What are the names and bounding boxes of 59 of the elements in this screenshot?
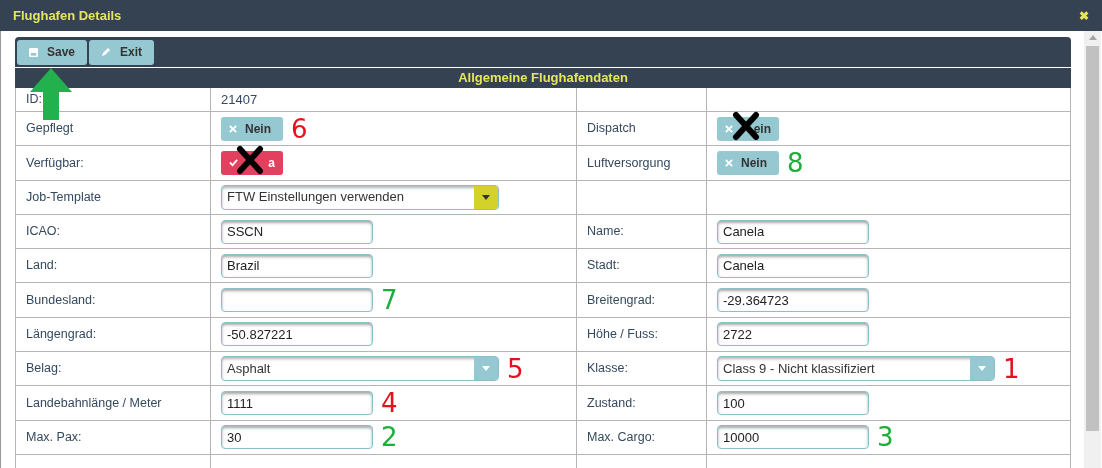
field-label: Job-Template <box>26 188 102 206</box>
field-label: Land: <box>26 257 58 275</box>
toggle-button[interactable]: Nein <box>717 150 779 175</box>
field-label: Klasse: <box>587 360 628 378</box>
section-title: Allgemeine Flughafendaten <box>458 69 628 88</box>
field-label: Stadt: <box>587 257 620 275</box>
text-field[interactable]: 2722 <box>717 322 869 347</box>
text-field[interactable]: -50.827221 <box>221 322 373 347</box>
field-label: Landebahnlänge / Meter <box>26 394 162 412</box>
close-icon <box>725 158 733 167</box>
field-label: Zustand: <box>587 394 636 412</box>
check-icon <box>229 158 238 168</box>
annotation-number: 7 <box>381 287 398 314</box>
field-label: Name: <box>587 223 624 241</box>
text-field[interactable] <box>221 288 373 313</box>
save-button[interactable]: Save <box>17 39 88 65</box>
annotation-number: 4 <box>381 390 398 416</box>
annotation-number: 8 <box>787 149 804 176</box>
window-title: Flughafen Details <box>13 6 122 25</box>
close-icon <box>725 124 733 133</box>
text-field[interactable]: SSCN <box>221 219 373 244</box>
field-label: Verfügbar: <box>26 154 84 172</box>
text-field[interactable]: Canela <box>717 219 869 244</box>
field-label: Bundesland: <box>26 291 96 309</box>
field-label: ID: <box>26 91 42 109</box>
text-field[interactable]: 30 <box>221 425 373 450</box>
field-label: Gepflegt <box>26 120 74 138</box>
text-field[interactable]: 1111 <box>221 391 373 415</box>
dropdown[interactable]: Class 9 - Nicht klassifiziert <box>717 356 995 382</box>
cross-mark-icon <box>235 144 265 175</box>
text-field[interactable]: 100 <box>717 391 869 415</box>
field-label: Max. Cargo: <box>587 428 656 446</box>
text-field[interactable]: Brazil <box>221 253 373 278</box>
pencil-icon <box>101 47 112 57</box>
save-icon <box>29 47 38 57</box>
close-icon <box>229 124 237 133</box>
annotation-number: 1 <box>1003 355 1020 382</box>
annotation-number: 5 <box>507 355 524 382</box>
annotation-number: 2 <box>381 424 398 451</box>
text-field[interactable]: -29.364723 <box>717 288 869 313</box>
field-label: Luftversorgung <box>587 154 671 172</box>
field-label: Höhe / Fuss: <box>587 326 658 344</box>
id-value: 21407 <box>221 90 258 109</box>
field-label: Max. Pax: <box>26 428 82 446</box>
annotation-number: 3 <box>877 424 894 451</box>
annotation-number: 6 <box>291 115 308 142</box>
dropdown[interactable]: Asphalt <box>221 356 499 382</box>
field-label: Längengrad: <box>26 326 97 344</box>
toggle-button[interactable]: Nein <box>221 116 283 141</box>
scroll-up-icon <box>1088 35 1097 40</box>
text-field[interactable]: Canela <box>717 253 869 278</box>
field-label: Breitengrad: <box>587 291 656 309</box>
close-button[interactable]: ✖ <box>1079 6 1089 25</box>
exit-button[interactable]: Exit <box>89 39 155 65</box>
field-label: ICAO: <box>26 223 61 241</box>
text-field[interactable]: 10000 <box>717 425 869 450</box>
field-label: Belag: <box>26 360 62 378</box>
field-label: Dispatch <box>587 120 636 138</box>
dropdown[interactable]: FTW Einstellungen verwenden <box>221 184 499 210</box>
